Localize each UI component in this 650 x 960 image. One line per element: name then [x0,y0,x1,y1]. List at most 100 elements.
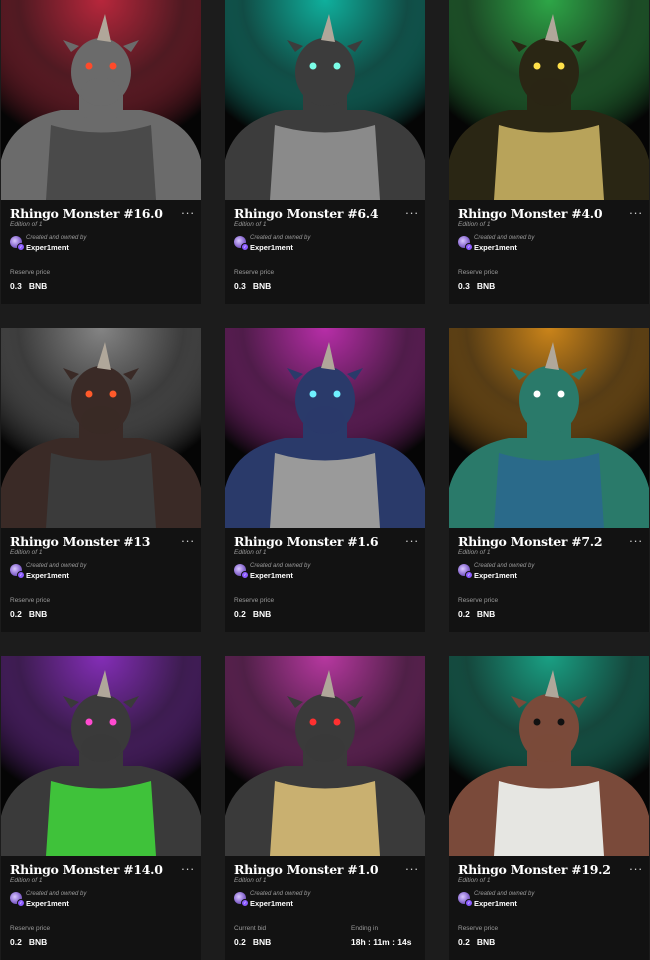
verified-badge-icon: ✓ [465,243,473,251]
edition-label: Edition of 1 [234,221,267,228]
nft-title[interactable]: Rhingo Monster #1.0 [234,862,379,877]
more-options-icon[interactable]: ... [629,531,643,544]
owner-label: Created and owned by [250,563,311,569]
owner-name[interactable]: Exper1ment [250,243,293,252]
nft-artwork[interactable] [225,0,425,200]
price-value: 0.2 BNB [234,609,272,619]
verified-badge-icon: ✓ [241,899,249,907]
rhino-monster-artwork [225,0,425,200]
nft-card[interactable]: Rhingo Monster #19.2 ... Edition of 1 ✓ … [449,656,649,960]
nft-card[interactable]: Rhingo Monster #6.4 ... Edition of 1 ✓ C… [225,0,425,304]
more-options-icon[interactable]: ... [405,203,419,216]
more-options-icon[interactable]: ... [181,859,195,872]
owner-label: Created and owned by [26,891,87,897]
rhino-monster-artwork [1,656,201,856]
more-options-icon[interactable]: ... [405,531,419,544]
owner-label: Created and owned by [26,235,87,241]
price-label: Current bid [234,925,267,932]
price-label: Reserve price [10,925,51,932]
owner-name[interactable]: Exper1ment [26,243,69,252]
owner-label: Created and owned by [474,235,535,241]
price-label: Reserve price [234,597,275,604]
more-options-icon[interactable]: ... [629,203,643,216]
owner-info[interactable]: ✓ Created and owned by Exper1ment [10,562,190,580]
nft-card[interactable]: Rhingo Monster #4.0 ... Edition of 1 ✓ C… [449,0,649,304]
price-value: 0.3 BNB [458,281,496,291]
owner-name[interactable]: Exper1ment [474,243,517,252]
owner-label: Created and owned by [474,563,535,569]
owner-name[interactable]: Exper1ment [474,571,517,580]
owner-name[interactable]: Exper1ment [474,899,517,908]
more-options-icon[interactable]: ... [181,203,195,216]
price-label: Reserve price [10,597,51,604]
owner-label: Created and owned by [250,891,311,897]
owner-name[interactable]: Exper1ment [250,571,293,580]
nft-card[interactable]: Rhingo Monster #14.0 ... Edition of 1 ✓ … [1,656,201,960]
price-label: Reserve price [458,269,499,276]
nft-artwork[interactable] [225,328,425,528]
owner-label: Created and owned by [26,563,87,569]
nft-card[interactable]: Rhingo Monster #7.2 ... Edition of 1 ✓ C… [449,328,649,632]
verified-badge-icon: ✓ [241,243,249,251]
nft-card[interactable]: Rhingo Monster #13 ... Edition of 1 ✓ Cr… [1,328,201,632]
nft-artwork[interactable] [225,656,425,856]
more-options-icon[interactable]: ... [629,859,643,872]
owner-name[interactable]: Exper1ment [26,899,69,908]
owner-label: Created and owned by [474,891,535,897]
nft-artwork[interactable] [449,0,649,200]
edition-label: Edition of 1 [10,221,43,228]
rhino-monster-artwork [225,656,425,856]
owner-info[interactable]: ✓ Created and owned by Exper1ment [458,562,638,580]
nft-title[interactable]: Rhingo Monster #6.4 [234,206,379,221]
edition-label: Edition of 1 [458,877,491,884]
nft-artwork[interactable] [449,328,649,528]
nft-title[interactable]: Rhingo Monster #7.2 [458,534,603,549]
nft-title[interactable]: Rhingo Monster #19.2 [458,862,611,877]
nft-title[interactable]: Rhingo Monster #14.0 [10,862,163,877]
owner-info[interactable]: ✓ Created and owned by Exper1ment [458,890,638,908]
nft-card-grid: Rhingo Monster #16.0 ... Edition of 1 ✓ … [0,0,650,960]
nft-title[interactable]: Rhingo Monster #13 [10,534,150,549]
nft-title[interactable]: Rhingo Monster #4.0 [458,206,603,221]
price-value: 0.2 BNB [458,937,496,947]
owner-info[interactable]: ✓ Created and owned by Exper1ment [234,234,414,252]
price-label: Reserve price [10,269,51,276]
owner-info[interactable]: ✓ Created and owned by Exper1ment [234,890,414,908]
nft-artwork[interactable] [1,328,201,528]
more-options-icon[interactable]: ... [181,531,195,544]
owner-info[interactable]: ✓ Created and owned by Exper1ment [234,562,414,580]
auction-countdown: 18h : 11m : 14s [351,937,412,947]
nft-title[interactable]: Rhingo Monster #16.0 [10,206,163,221]
rhino-monster-artwork [1,0,201,200]
verified-badge-icon: ✓ [465,899,473,907]
owner-info[interactable]: ✓ Created and owned by Exper1ment [10,234,190,252]
verified-badge-icon: ✓ [17,899,25,907]
owner-name[interactable]: Exper1ment [26,571,69,580]
verified-badge-icon: ✓ [465,571,473,579]
rhino-monster-artwork [449,328,649,528]
nft-title[interactable]: Rhingo Monster #1.6 [234,534,379,549]
rhino-monster-artwork [449,656,649,856]
price-value: 0.2 BNB [234,937,272,947]
verified-badge-icon: ✓ [241,571,249,579]
nft-artwork[interactable] [449,656,649,856]
nft-card[interactable]: Rhingo Monster #1.6 ... Edition of 1 ✓ C… [225,328,425,632]
nft-artwork[interactable] [1,0,201,200]
edition-label: Edition of 1 [458,221,491,228]
rhino-monster-artwork [225,328,425,528]
nft-card[interactable]: Rhingo Monster #16.0 ... Edition of 1 ✓ … [1,0,201,304]
verified-badge-icon: ✓ [17,243,25,251]
owner-info[interactable]: ✓ Created and owned by Exper1ment [458,234,638,252]
rhino-monster-artwork [1,328,201,528]
more-options-icon[interactable]: ... [405,859,419,872]
owner-name[interactable]: Exper1ment [250,899,293,908]
owner-info[interactable]: ✓ Created and owned by Exper1ment [10,890,190,908]
price-value: 0.2 BNB [10,937,48,947]
auction-ending-label: Ending in [351,925,379,932]
price-value: 0.2 BNB [10,609,48,619]
nft-card[interactable]: Rhingo Monster #1.0 ... Edition of 1 ✓ C… [225,656,425,960]
edition-label: Edition of 1 [234,549,267,556]
nft-artwork[interactable] [1,656,201,856]
price-value: 0.3 BNB [234,281,272,291]
edition-label: Edition of 1 [234,877,267,884]
